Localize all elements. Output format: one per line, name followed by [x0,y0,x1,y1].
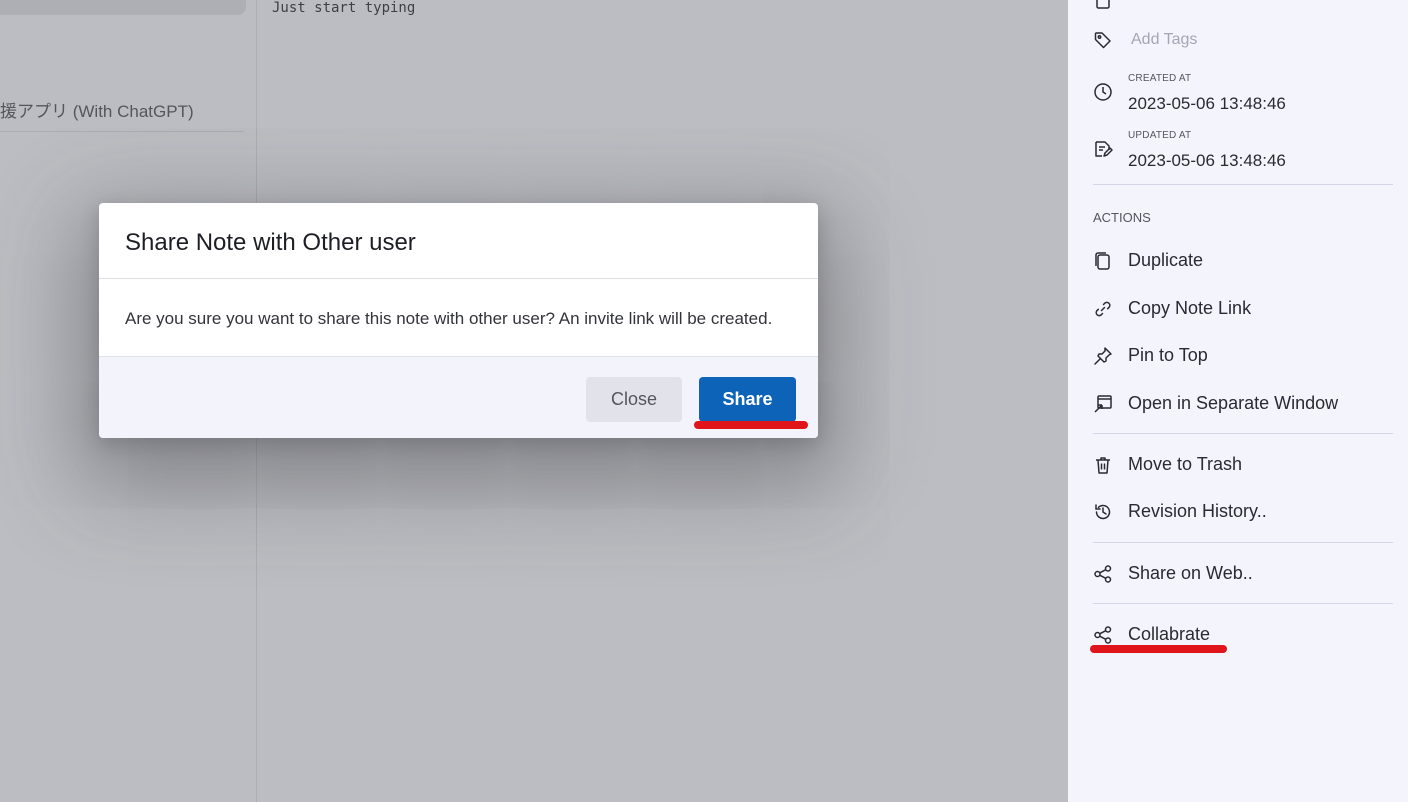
dialog-header: Share Note with Other user [99,203,818,279]
modal-overlay: Share Note with Other user Are you sure … [0,0,1408,802]
dialog-message: Are you sure you want to share this note… [125,309,773,328]
share-button[interactable]: Share [699,377,796,422]
share-note-dialog: Share Note with Other user Are you sure … [99,203,818,438]
close-button[interactable]: Close [586,377,682,422]
dialog-title: Share Note with Other user [125,229,416,256]
dialog-body: Are you sure you want to share this note… [99,279,818,357]
annotation-underline-share [694,421,808,429]
